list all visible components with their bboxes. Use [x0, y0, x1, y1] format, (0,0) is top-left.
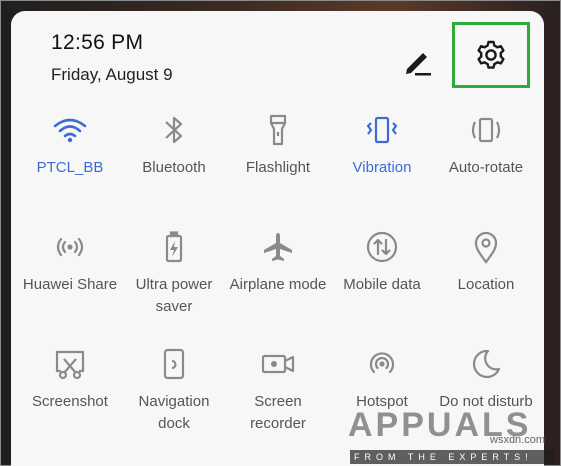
mobile-data-icon: [363, 228, 401, 266]
battery-saver-icon: [155, 228, 193, 266]
tile-label: Auto-rotate: [448, 159, 524, 176]
flashlight-icon: [259, 111, 297, 149]
quick-settings-panel: 12:56 PM Friday, August 9 PTCL_BB Blueto…: [11, 11, 544, 466]
tile-label: Screen: [254, 393, 302, 410]
hotspot-icon: [363, 345, 401, 383]
tile-label: Ultra power: [135, 276, 213, 293]
vibration-icon: [363, 111, 401, 149]
tile-huawei-share[interactable]: Huawei Share: [18, 228, 122, 296]
airplane-icon: [259, 228, 297, 266]
navigation-dock-icon: [155, 345, 193, 383]
tile-label: Flashlight: [245, 159, 311, 176]
tile-label: Do not disturb: [439, 393, 533, 410]
tile-airplane-mode[interactable]: Airplane mode: [226, 228, 330, 296]
screenshot-icon: [51, 345, 89, 383]
tile-label: Vibration: [352, 159, 412, 176]
tile-label: Mobile data: [343, 276, 421, 293]
quick-tiles-grid: PTCL_BB Bluetooth Flashlight Vibration A…: [11, 11, 544, 466]
tile-auto-rotate[interactable]: Auto-rotate: [434, 111, 538, 179]
tile-label: Airplane mode: [229, 276, 327, 293]
wifi-icon: [51, 111, 89, 149]
tile-hotspot[interactable]: Hotspot: [330, 345, 434, 413]
tile-label-line2: saver: [155, 298, 193, 315]
tile-label: PTCL_BB: [36, 159, 104, 176]
tile-ultra-power-saver[interactable]: Ultra power saver: [122, 228, 226, 318]
tile-label: Navigation: [138, 393, 210, 410]
tile-label: Location: [457, 276, 515, 293]
tile-flashlight[interactable]: Flashlight: [226, 111, 330, 179]
tile-label-line2: recorder: [250, 415, 306, 432]
bluetooth-icon: [155, 111, 193, 149]
huawei-share-icon: [51, 228, 89, 266]
tile-label: Bluetooth: [142, 159, 206, 176]
do-not-disturb-icon: [467, 345, 505, 383]
tile-do-not-disturb[interactable]: Do not disturb: [434, 345, 538, 413]
tile-bluetooth[interactable]: Bluetooth: [122, 111, 226, 179]
location-icon: [467, 228, 505, 266]
tile-vibration[interactable]: Vibration: [330, 111, 434, 179]
tile-screen-recorder[interactable]: Screen recorder: [226, 345, 330, 435]
tile-label: Screenshot: [32, 393, 108, 410]
tile-wifi[interactable]: PTCL_BB: [18, 111, 122, 179]
tile-location[interactable]: Location: [434, 228, 538, 296]
screen-recorder-icon: [259, 345, 297, 383]
tile-label-line2: dock: [158, 415, 190, 432]
auto-rotate-icon: [467, 111, 505, 149]
tile-screenshot[interactable]: Screenshot: [18, 345, 122, 413]
tile-navigation-dock[interactable]: Navigation dock: [122, 345, 226, 435]
tile-mobile-data[interactable]: Mobile data: [330, 228, 434, 296]
tile-label: Hotspot: [356, 393, 408, 410]
tile-label: Huawei Share: [22, 276, 118, 293]
